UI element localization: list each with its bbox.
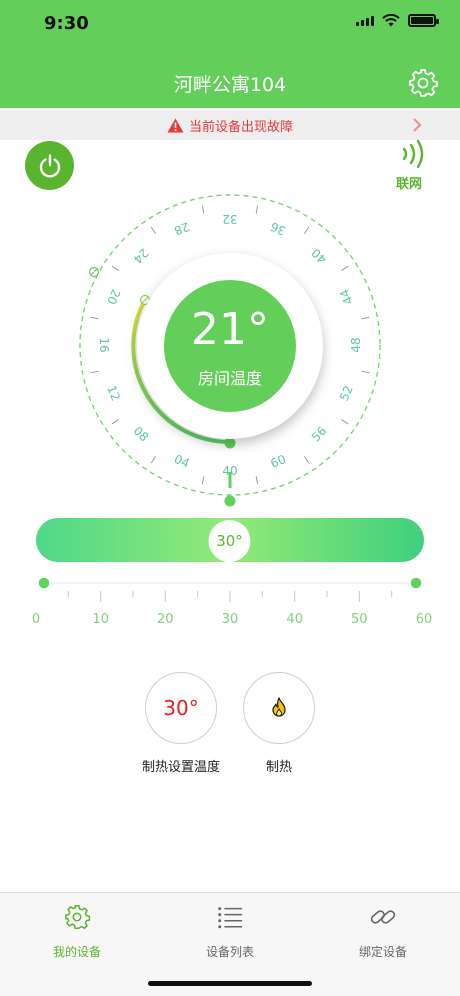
slider-value: 30° — [216, 532, 243, 550]
power-icon — [39, 153, 60, 177]
dial-label: 24 — [131, 246, 152, 267]
ruler-label: 0 — [32, 612, 40, 627]
ruler-min-handle[interactable] — [37, 576, 51, 590]
signal-waves-icon — [402, 139, 424, 169]
dial-tick — [201, 476, 205, 485]
page-title: 河畔公寓104 — [173, 74, 287, 96]
set-heat-temperature-label: 制热设置温度 — [141, 760, 220, 775]
settings-button[interactable] — [408, 68, 438, 98]
link-icon — [370, 910, 396, 924]
fault-banner[interactable]: 当前设备出现故障 — [0, 110, 460, 140]
slider-ruler: 0 10 20 30 40 50 60 — [32, 576, 432, 627]
dial-tick — [361, 316, 370, 320]
dial-tick — [90, 316, 99, 320]
dial-tick — [201, 205, 205, 214]
room-temperature-display: 21° 房间温度 — [164, 280, 296, 412]
dial-tick — [255, 205, 259, 214]
dial-tick — [111, 418, 119, 425]
tab-my-devices[interactable]: 我的设备 — [22, 903, 132, 960]
battery-icon — [408, 14, 439, 27]
dial-tick — [303, 456, 310, 464]
set-heat-temperature-button[interactable]: 30° — [145, 672, 217, 744]
dial-tick — [361, 370, 370, 374]
set-heat-temperature-item[interactable]: 30° 制热设置温度 — [136, 672, 226, 775]
dial-tick — [341, 418, 349, 425]
tab-device-list[interactable]: 设备列表 — [175, 903, 285, 960]
ruler-ticks — [67, 591, 393, 602]
gear-icon — [409, 69, 438, 97]
dial-label: 04 — [172, 452, 191, 471]
dial-label: 28 — [172, 219, 191, 238]
slider-thumb[interactable]: 30° — [206, 518, 253, 566]
ruler-labels: 0 10 20 30 40 50 60 — [32, 612, 432, 627]
ruler-label: 10 — [92, 612, 109, 627]
dial-label: 08 — [131, 424, 152, 445]
dial-tick — [90, 370, 99, 374]
dial-label: 20 — [104, 287, 123, 306]
dial-tick — [111, 265, 119, 272]
ruler-label: 20 — [157, 612, 174, 627]
status-bar: 9:30 — [0, 0, 460, 50]
power-button[interactable] — [25, 141, 74, 190]
dial-label: 16 — [97, 337, 111, 352]
nav-bar: 河畔公寓104 — [0, 50, 460, 108]
dial-label: 52 — [337, 383, 356, 402]
cellular-signal-icon — [356, 15, 374, 26]
dial-label: 40 — [309, 246, 330, 267]
dial-tick — [150, 456, 157, 464]
dial-tick — [341, 265, 349, 272]
dial-tick — [255, 476, 259, 485]
tab-label: 绑定设备 — [358, 945, 407, 959]
chevron-right-icon — [413, 118, 422, 132]
dial-bottom-handle[interactable] — [224, 495, 236, 507]
warning-triangle-icon — [167, 118, 184, 132]
dial-label: 12 — [104, 383, 123, 402]
ruler-max-handle[interactable] — [409, 576, 423, 590]
wifi-icon — [382, 14, 400, 27]
heat-mode-button[interactable] — [243, 672, 315, 744]
room-temperature-label: 房间温度 — [197, 369, 262, 388]
heat-mode-label: 制热 — [265, 760, 292, 775]
gear-icon — [65, 905, 91, 930]
ruler-label: 50 — [351, 612, 368, 627]
room-temperature-value: 21° — [191, 304, 269, 355]
dial-label: 44 — [337, 287, 356, 306]
network-button[interactable]: 联网 — [394, 139, 434, 192]
heat-mode-item[interactable]: 制热 — [234, 672, 324, 775]
dial-label: 60 — [268, 452, 287, 471]
arc-end-handle[interactable] — [224, 437, 236, 449]
dial-label: 32 — [222, 212, 237, 226]
dial-label: 36 — [268, 219, 287, 238]
list-icon — [218, 907, 243, 929]
dial-tick — [303, 226, 310, 234]
flame-icon — [272, 697, 286, 717]
tab-bind-device[interactable]: 绑定设备 — [328, 903, 438, 960]
dial-label: 48 — [349, 337, 363, 352]
tab-label: 设备列表 — [205, 945, 254, 959]
dial-label: 56 — [309, 424, 330, 445]
set-temperature-value: 30° — [163, 696, 199, 720]
tab-label: 我的设备 — [52, 945, 101, 959]
status-time: 9:30 — [44, 13, 89, 34]
ruler-label: 40 — [286, 612, 303, 627]
ruler-label: 60 — [416, 612, 433, 627]
status-icons — [356, 14, 439, 27]
fault-message: 当前设备出现故障 — [188, 119, 293, 135]
ruler-label: 30 — [222, 612, 239, 627]
dial-tick — [150, 226, 157, 234]
home-indicator — [148, 981, 312, 986]
